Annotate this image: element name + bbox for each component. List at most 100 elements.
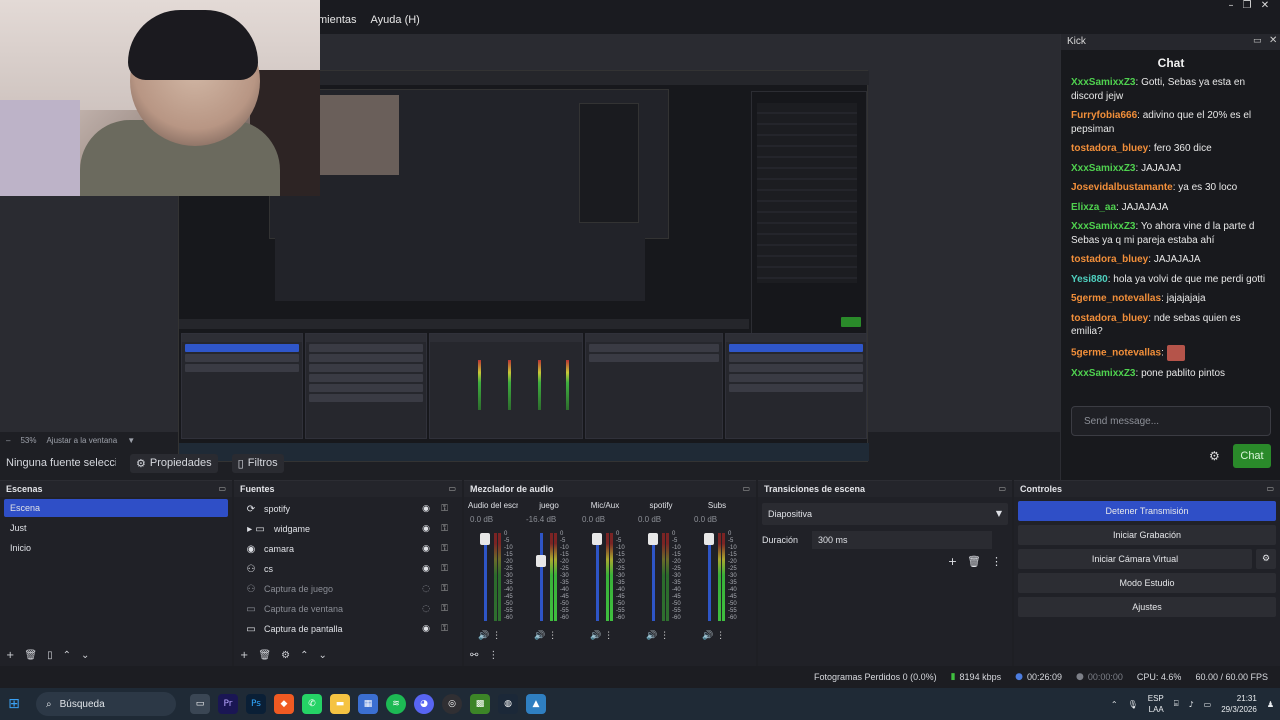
properties-button[interactable]: ⚙ Propiedades bbox=[130, 453, 218, 473]
source-item[interactable]: ▭ Captura de ventana ◌ ⚿ bbox=[238, 599, 458, 619]
more-icon[interactable]: ⋮ bbox=[488, 650, 498, 661]
transition-select[interactable]: Diapositiva ▼ bbox=[762, 503, 1008, 525]
source-item[interactable]: ⚇ cs ◉ ⚿ bbox=[238, 559, 458, 579]
chat-username[interactable]: tostadora_bluey bbox=[1071, 143, 1148, 154]
chat-send-button[interactable]: Chat bbox=[1233, 444, 1271, 468]
volume-slider[interactable] bbox=[484, 533, 487, 621]
menu-item-tools[interactable]: mientas bbox=[318, 14, 357, 34]
add-icon[interactable]: + bbox=[6, 650, 14, 661]
stop-streaming-button[interactable]: Detener Transmisión bbox=[1018, 501, 1276, 521]
volume-slider[interactable] bbox=[596, 533, 599, 621]
minecraft-icon[interactable]: ▩ bbox=[470, 694, 490, 714]
filters-button[interactable]: ▯ Filtros bbox=[231, 453, 284, 473]
chat-message-input[interactable]: Send message... bbox=[1071, 406, 1271, 436]
undock-icon[interactable]: ▭ bbox=[1266, 481, 1274, 497]
scene-item[interactable]: Inicio bbox=[4, 539, 228, 557]
link-icon[interactable]: ⚯ bbox=[470, 650, 478, 661]
premiere-icon[interactable]: Pr bbox=[218, 694, 238, 714]
volume-slider[interactable] bbox=[708, 533, 711, 621]
chat-username[interactable]: tostadora_bluey bbox=[1071, 254, 1148, 265]
chevron-down-icon[interactable]: ⌄ bbox=[81, 650, 89, 661]
duration-input[interactable]: 300 ms bbox=[812, 531, 993, 549]
lock-icon[interactable]: ⚿ bbox=[441, 564, 448, 574]
lock-icon[interactable]: ⚿ bbox=[441, 624, 448, 634]
undock-icon[interactable]: ▭ bbox=[998, 481, 1006, 497]
studio-mode-button[interactable]: Modo Estudio bbox=[1018, 573, 1276, 593]
more-icon[interactable]: ⋮ bbox=[492, 631, 501, 641]
whatsapp-icon[interactable]: ✆ bbox=[302, 694, 322, 714]
eye-hidden-icon[interactable]: ◌ bbox=[422, 604, 430, 614]
source-item[interactable]: ▭ Captura de pantalla ◉ ⚿ bbox=[238, 619, 458, 639]
scene-item[interactable]: Escena bbox=[4, 499, 228, 517]
chat-username[interactable]: Yesi880 bbox=[1071, 274, 1108, 285]
speaker-icon[interactable]: 🔊 bbox=[478, 631, 492, 641]
source-item[interactable]: ⚇ Captura de juego ◌ ⚿ bbox=[238, 579, 458, 599]
add-icon[interactable]: + bbox=[948, 555, 957, 568]
more-icon[interactable]: ⋮ bbox=[660, 631, 669, 641]
close-icon[interactable]: ✕ bbox=[1250, 0, 1280, 14]
source-item[interactable]: ◉ camara ◉ ⚿ bbox=[238, 539, 458, 559]
chat-username[interactable]: XxxSamixxZ3 bbox=[1071, 77, 1136, 88]
chat-username[interactable]: Josevidalbustamante bbox=[1071, 182, 1173, 193]
lock-icon[interactable]: ⚿ bbox=[441, 544, 448, 554]
more-icon[interactable]: ⋮ bbox=[991, 555, 1002, 568]
more-icon[interactable]: ⋮ bbox=[604, 631, 613, 641]
start-virtual-camera-button[interactable]: Iniciar Cámara Virtual bbox=[1018, 549, 1252, 569]
taskbar-search[interactable]: ⌕ Búsqueda bbox=[36, 692, 176, 716]
chevron-down-icon[interactable]: ⌄ bbox=[318, 650, 326, 661]
speaker-icon[interactable]: 🔊 bbox=[590, 631, 604, 641]
lock-icon[interactable]: ⚿ bbox=[441, 604, 448, 614]
volume-slider-handle[interactable] bbox=[648, 533, 658, 545]
speaker-icon[interactable]: 🔊 bbox=[702, 631, 716, 641]
filter-icon[interactable]: ▯ bbox=[47, 650, 53, 661]
volume-slider-handle[interactable] bbox=[480, 533, 490, 545]
undock-icon[interactable]: ▭ bbox=[1253, 36, 1262, 46]
mic-icon[interactable]: 🎙 bbox=[1128, 700, 1138, 709]
eye-icon[interactable]: ◉ bbox=[422, 504, 430, 514]
windows-start-icon[interactable]: ⊞ bbox=[4, 694, 24, 714]
network-icon[interactable]: ⌸ bbox=[1174, 699, 1179, 709]
eye-icon[interactable]: ◉ bbox=[422, 624, 430, 634]
photos-icon[interactable]: ▲ bbox=[526, 694, 546, 714]
chat-username[interactable]: XxxSamixxZ3 bbox=[1071, 368, 1136, 379]
battery-icon[interactable]: ▭ bbox=[1204, 700, 1212, 709]
task-view-icon[interactable]: ▭ bbox=[190, 694, 210, 714]
trash-icon[interactable]: 🗑 bbox=[24, 650, 37, 661]
eye-icon[interactable]: ◉ bbox=[422, 524, 430, 534]
chevron-up-icon[interactable]: ⌃ bbox=[1111, 700, 1118, 709]
notification-icon[interactable]: ♟ bbox=[1267, 700, 1274, 709]
eye-icon[interactable]: ◉ bbox=[422, 564, 430, 574]
speaker-icon[interactable]: 🔊 bbox=[534, 631, 548, 641]
trash-icon[interactable]: 🗑 bbox=[258, 650, 271, 661]
chat-username[interactable]: Elixza_aa bbox=[1071, 202, 1116, 213]
chevron-up-icon[interactable]: ⌃ bbox=[63, 650, 71, 661]
lock-icon[interactable]: ⚿ bbox=[441, 584, 448, 594]
volume-slider[interactable] bbox=[652, 533, 655, 621]
source-item[interactable]: ▸ ▭ widgame ◉ ⚿ bbox=[238, 519, 458, 539]
lock-icon[interactable]: ⚿ bbox=[441, 524, 448, 534]
menu-item-help[interactable]: Ayuda (H) bbox=[371, 14, 420, 34]
obs-icon[interactable]: ◎ bbox=[442, 694, 462, 714]
volume-slider[interactable] bbox=[540, 533, 543, 621]
start-recording-button[interactable]: Iniciar Grabación bbox=[1018, 525, 1276, 545]
store-icon[interactable]: ▦ bbox=[358, 694, 378, 714]
chat-username[interactable]: XxxSamixxZ3 bbox=[1071, 221, 1136, 232]
undock-icon[interactable]: ▭ bbox=[448, 481, 456, 497]
gear-icon[interactable]: ⚙ bbox=[1256, 549, 1276, 569]
zoom-out-icon[interactable]: – bbox=[6, 436, 10, 445]
undock-icon[interactable]: ▭ bbox=[742, 481, 750, 497]
volume-slider-handle[interactable] bbox=[704, 533, 714, 545]
chat-username[interactable]: tostadora_bluey bbox=[1071, 313, 1148, 324]
undock-icon[interactable]: ▭ bbox=[218, 481, 226, 497]
eye-icon[interactable]: ◉ bbox=[422, 544, 430, 554]
scene-item[interactable]: Just bbox=[4, 519, 228, 537]
chat-username[interactable]: Furryfobia666 bbox=[1071, 110, 1137, 121]
chat-username[interactable]: XxxSamixxZ3 bbox=[1071, 163, 1136, 174]
chat-message-list[interactable]: XxxSamixxZ3: Gotti, Sebas ya esta en dis… bbox=[1071, 76, 1269, 392]
chat-username[interactable]: 5germe_notevallas bbox=[1071, 347, 1161, 358]
gear-icon[interactable]: ⚙ bbox=[281, 650, 290, 661]
eye-hidden-icon[interactable]: ◌ bbox=[422, 584, 430, 594]
gear-icon[interactable]: ⚙ bbox=[1209, 449, 1223, 463]
language-indicator[interactable]: ESP LAA bbox=[1148, 693, 1164, 715]
discord-icon[interactable]: ◕ bbox=[414, 694, 434, 714]
